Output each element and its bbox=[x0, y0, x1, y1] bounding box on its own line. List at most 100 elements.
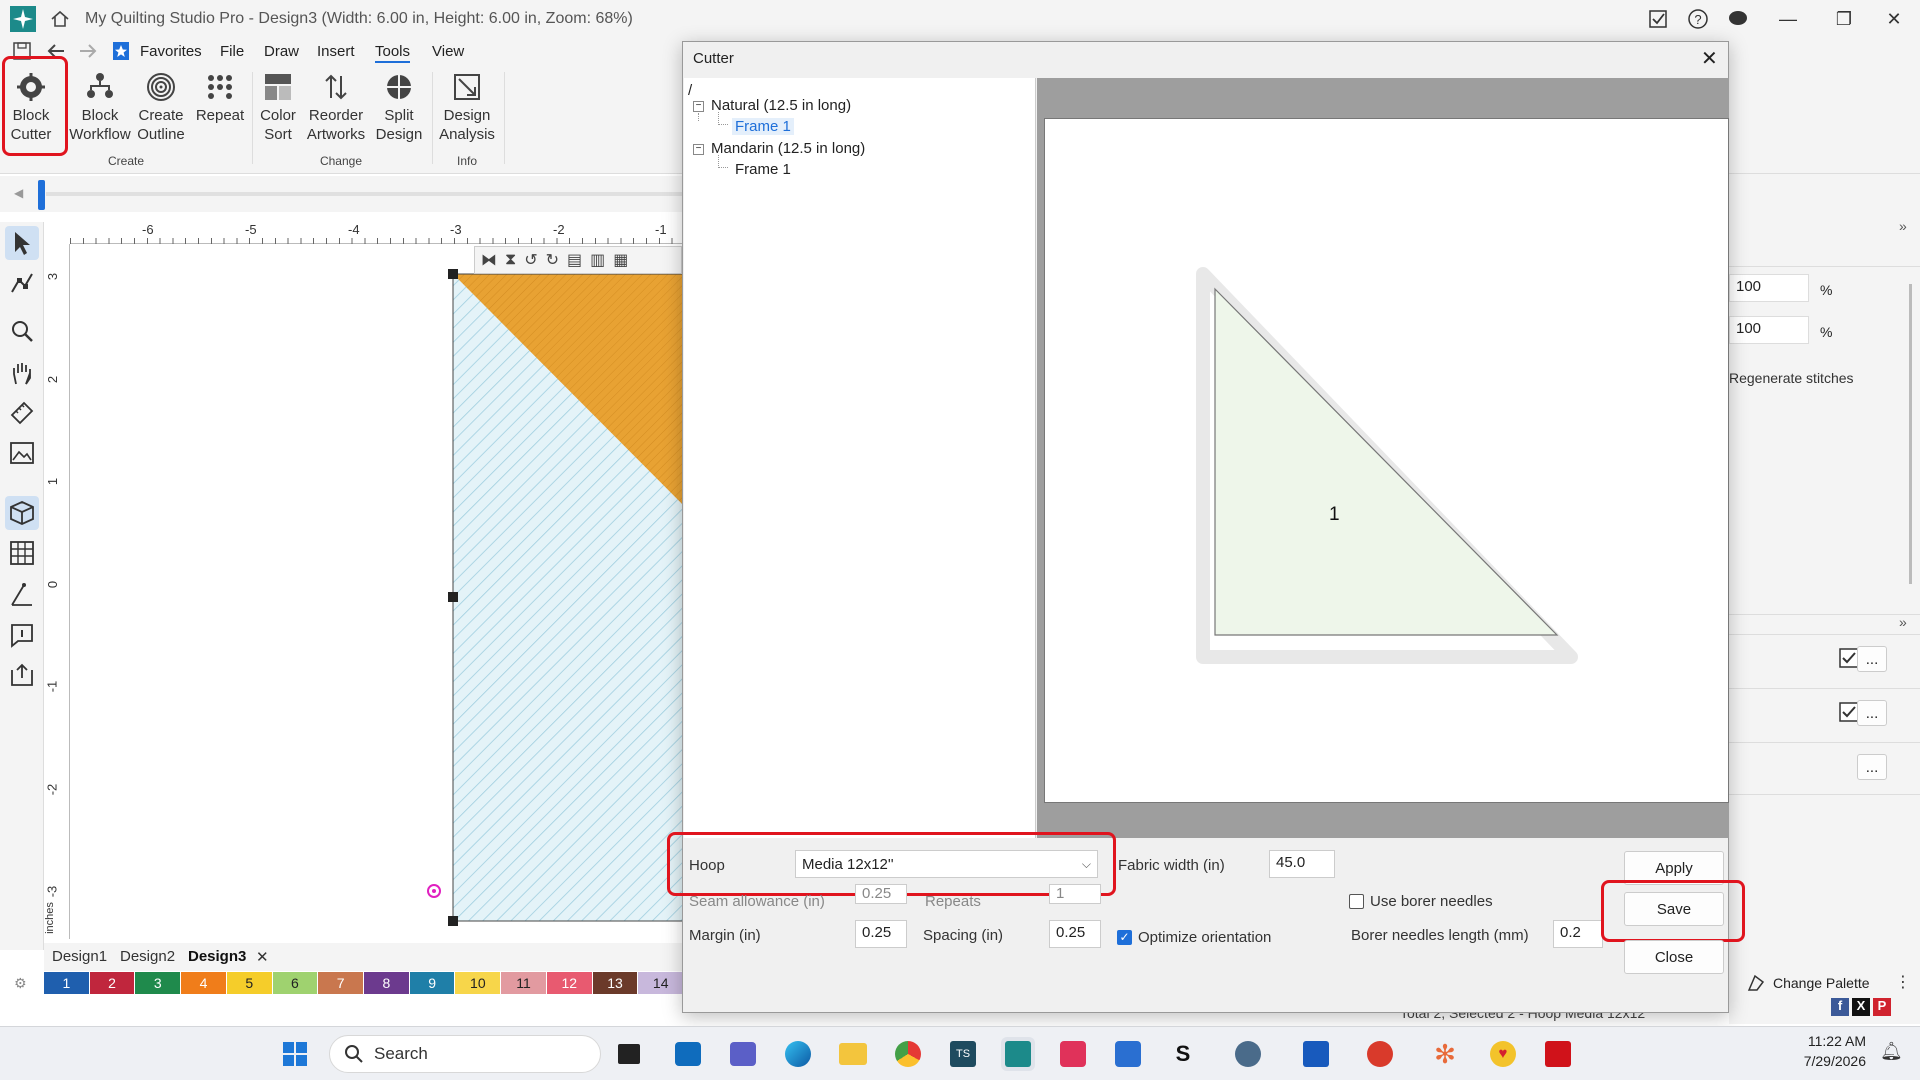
tree-root[interactable]: / bbox=[688, 82, 692, 99]
rotate-left-icon[interactable]: ↺ bbox=[524, 250, 537, 270]
block-workflow-button[interactable]: Block Workflow bbox=[69, 70, 131, 156]
checkbox-icon[interactable] bbox=[1839, 702, 1859, 722]
tree-item-mandarin[interactable]: Mandarin (12.5 in long) bbox=[711, 140, 865, 157]
app-icon-blue[interactable] bbox=[1111, 1037, 1145, 1071]
measure-ruler-icon[interactable] bbox=[5, 396, 39, 430]
collapse-toggle-icon[interactable]: − bbox=[693, 144, 704, 155]
flip-horizontal-icon[interactable]: ⧓ bbox=[481, 250, 497, 270]
menu-file[interactable]: File bbox=[220, 43, 244, 60]
checkbox-icon[interactable] bbox=[1839, 648, 1859, 668]
change-palette-label[interactable]: Change Palette bbox=[1773, 975, 1870, 991]
scale-x-input[interactable]: 100 bbox=[1729, 274, 1809, 302]
task-view-icon[interactable] bbox=[612, 1037, 646, 1071]
export-icon[interactable] bbox=[5, 658, 39, 692]
spacing-input[interactable]: 0.25 bbox=[1049, 920, 1101, 948]
palette-swatch[interactable]: 7 bbox=[318, 972, 365, 994]
menu-draw[interactable]: Draw bbox=[264, 43, 299, 60]
scale-y-input[interactable]: 100 bbox=[1729, 316, 1809, 344]
tree-item-mandarin-frame1[interactable]: Frame 1 bbox=[735, 161, 791, 178]
angle-tool-icon[interactable] bbox=[5, 578, 39, 612]
design-canvas[interactable] bbox=[70, 244, 682, 939]
node-edit-icon[interactable] bbox=[5, 266, 39, 300]
s-app-icon[interactable]: S bbox=[1166, 1037, 1200, 1071]
optimize-orientation-checkbox[interactable]: ✓ bbox=[1117, 930, 1132, 945]
menu-favorites[interactable]: Favorites bbox=[140, 43, 202, 60]
x-icon[interactable]: X bbox=[1852, 998, 1870, 1016]
align-right-icon[interactable]: ▥ bbox=[590, 250, 605, 270]
heart-app-icon[interactable]: ♥ bbox=[1486, 1037, 1520, 1071]
design-analysis-button[interactable]: Design Analysis bbox=[436, 70, 498, 156]
settings-gear-icon[interactable] bbox=[1231, 1037, 1265, 1071]
palette-swatch[interactable]: 9 bbox=[409, 972, 456, 994]
expand-chevron-icon[interactable]: » bbox=[1899, 218, 1907, 234]
app-icon-red[interactable] bbox=[1056, 1037, 1090, 1071]
edge-icon[interactable] bbox=[781, 1037, 815, 1071]
close-button[interactable]: Close bbox=[1624, 940, 1724, 974]
palette-swatch[interactable]: 10 bbox=[455, 972, 502, 994]
select-arrow-icon[interactable] bbox=[5, 226, 39, 260]
maximize-button[interactable]: ❐ bbox=[1816, 0, 1872, 38]
change-palette-icon[interactable] bbox=[1747, 974, 1765, 992]
tree-item-natural[interactable]: Natural (12.5 in long) bbox=[711, 97, 851, 114]
palette-swatch[interactable]: 5 bbox=[226, 972, 273, 994]
pan-hand-icon[interactable] bbox=[5, 356, 39, 390]
rotate-right-icon[interactable]: ↻ bbox=[546, 250, 559, 270]
file-explorer-icon[interactable] bbox=[836, 1037, 870, 1071]
forward-arrow-icon[interactable] bbox=[78, 42, 98, 60]
palette-swatch[interactable]: 6 bbox=[272, 972, 319, 994]
chrome-icon[interactable] bbox=[891, 1037, 925, 1071]
tab-design2[interactable]: Design2 bbox=[120, 948, 175, 965]
palette-swatch[interactable]: 12 bbox=[546, 972, 593, 994]
zoom-icon[interactable] bbox=[5, 314, 39, 348]
flip-vertical-icon[interactable]: ⧗ bbox=[505, 251, 516, 269]
split-design-button[interactable]: Split Design bbox=[372, 70, 426, 156]
more-button[interactable]: ... bbox=[1857, 754, 1887, 780]
more-vertical-icon[interactable]: ⋮ bbox=[1895, 972, 1911, 992]
align-left-icon[interactable]: ▤ bbox=[567, 250, 582, 270]
timeline-track[interactable] bbox=[46, 192, 682, 196]
timeline-left-arrow-icon[interactable]: ◀ bbox=[14, 186, 23, 200]
palette-swatch[interactable]: 13 bbox=[592, 972, 639, 994]
tab-design3[interactable]: Design3 bbox=[188, 948, 246, 965]
panel-scrollbar[interactable] bbox=[1909, 284, 1912, 584]
menu-insert[interactable]: Insert bbox=[317, 43, 355, 60]
notification-bell-icon[interactable]: 🔔︎ bbox=[1880, 1041, 1903, 1062]
timeline-slider-handle[interactable] bbox=[38, 180, 45, 210]
palette-swatch[interactable]: 2 bbox=[89, 972, 136, 994]
menu-tools[interactable]: Tools bbox=[375, 43, 411, 63]
collapse-toggle-icon[interactable]: − bbox=[693, 101, 704, 112]
favorites-star-icon[interactable] bbox=[112, 41, 130, 61]
quilting-studio-taskbar-icon[interactable] bbox=[1001, 1037, 1035, 1071]
repeats-input[interactable]: 1 bbox=[1049, 884, 1101, 904]
reorder-artworks-button[interactable]: Reorder Artworks bbox=[304, 70, 368, 156]
seam-allowance-input[interactable]: 0.25 bbox=[855, 884, 907, 904]
palette-swatch[interactable]: 1 bbox=[44, 972, 90, 994]
close-window-button[interactable]: ✕ bbox=[1866, 0, 1920, 38]
3d-block-icon[interactable] bbox=[5, 496, 39, 530]
facebook-icon[interactable]: f bbox=[1831, 998, 1849, 1016]
outlook-icon[interactable] bbox=[671, 1037, 705, 1071]
palette-swatch[interactable]: 8 bbox=[364, 972, 410, 994]
info-callout-icon[interactable] bbox=[5, 618, 39, 652]
home-icon[interactable] bbox=[50, 9, 70, 29]
regenerate-stitches-label[interactable]: Regenerate stitches bbox=[1729, 370, 1854, 386]
minimize-button[interactable]: — bbox=[1760, 0, 1816, 38]
word-icon[interactable] bbox=[1299, 1037, 1333, 1071]
chat-icon[interactable] bbox=[1710, 0, 1766, 38]
palette-swatch[interactable]: 14 bbox=[638, 972, 685, 994]
cut-preview-canvas[interactable]: 1 bbox=[1044, 118, 1729, 803]
tree-item-natural-frame1[interactable]: Frame 1 bbox=[732, 118, 794, 135]
repeat-button[interactable]: Repeat bbox=[192, 70, 248, 156]
palette-swatch[interactable]: 3 bbox=[135, 972, 182, 994]
palette-swatch[interactable]: 4 bbox=[181, 972, 227, 994]
color-sort-button[interactable]: Color Sort bbox=[256, 70, 300, 156]
taskbar-search-box[interactable]: Search bbox=[329, 1035, 601, 1073]
windows-start-icon[interactable] bbox=[278, 1037, 312, 1071]
expand-chevron-icon[interactable]: » bbox=[1899, 614, 1907, 630]
menu-view[interactable]: View bbox=[432, 43, 464, 60]
image-icon[interactable] bbox=[5, 436, 39, 470]
use-borer-checkbox[interactable] bbox=[1349, 894, 1364, 909]
distribute-icon[interactable]: ▦ bbox=[613, 250, 628, 270]
dialog-close-icon[interactable]: ✕ bbox=[1701, 46, 1718, 71]
fabric-width-input[interactable]: 45.0 bbox=[1269, 850, 1335, 878]
